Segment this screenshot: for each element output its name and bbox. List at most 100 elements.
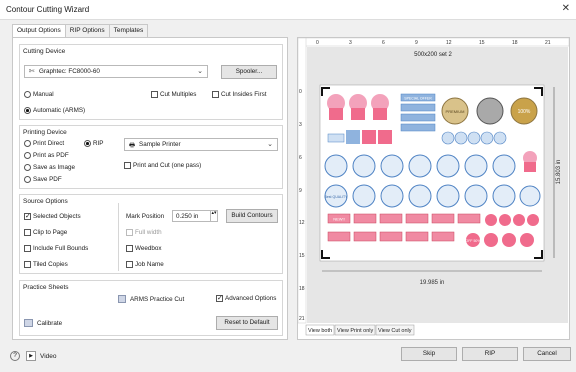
automatic-radio-indicator [24,107,31,114]
job-name-box [126,261,133,268]
manual-radio[interactable]: Manual [24,91,54,98]
output-options-panel: Cutting Device ✄ Graphtec: FC8000-60 ⌄ S… [12,37,288,340]
ruler-tick-label: 15 [479,40,485,46]
arms-practice-cut-button[interactable]: ARMS Practice Cut [118,295,184,303]
automatic-radio[interactable]: Automatic (ARMS) [24,107,85,114]
calibrate-label: Calibrate [36,319,63,327]
practice-sheets-legend: Practice Sheets [23,284,69,291]
rip-radio[interactable]: RIP [84,140,104,147]
weedbox-box [126,245,133,252]
cutter-icon: ✄ [29,68,35,75]
selected-objects-box: ✓ [24,213,31,220]
cancel-button[interactable]: Cancel [523,347,571,361]
ruler-tick-label: 18 [299,286,305,292]
help-icon[interactable]: ? [10,351,20,361]
ruler-tick-label: 12 [299,220,305,226]
print-cut-checkbox[interactable]: Print and Cut (one pass) [124,162,201,169]
manual-radio-indicator [24,91,31,98]
source-options-legend: Source Options [23,198,68,205]
cut-insides-first-box [212,91,219,98]
ruler-tick-label: 0 [316,40,319,46]
chevron-down-icon: ⌄ [267,141,273,148]
printer-icon: 🖶 [129,142,135,149]
tiled-copies-label: Tiled Copies [33,261,68,268]
clip-to-page-label: Clip to Page [33,229,68,236]
cut-insides-first-checkbox[interactable]: Cut Insides First [212,91,267,98]
rip-radio-indicator [84,140,91,147]
title-bar: Contour Cutting Wizard ✕ [0,0,576,20]
cut-multiples-box [151,91,158,98]
tab-strip: Output Options RIP Options Templates [12,24,149,38]
ruler-tick-label: 21 [545,40,551,46]
rip-button[interactable]: RIP [462,347,518,361]
save-pdf-label: Save PDF [33,176,62,183]
mark-position-label: Mark Position [126,213,165,220]
full-width-label: Full width [135,229,162,236]
save-image-indicator [24,164,31,171]
seal-text: Best QUALITY [325,195,349,199]
printer-value: Sample Printer [139,141,181,148]
skip-button[interactable]: Skip [401,347,457,361]
ruler-tick-label: 0 [299,89,302,95]
save-image-radio[interactable]: Save as Image [24,164,75,171]
cut-multiples-checkbox[interactable]: Cut Multiples [151,91,196,98]
full-width-checkbox: Full width [126,229,162,236]
print-cut-box [124,162,131,169]
clip-to-page-checkbox[interactable]: Clip to Page [24,229,67,236]
tab-view-both-label: View both [308,328,332,334]
discount-text: OFF 50% [466,239,481,243]
selected-objects-label: Selected Objects [33,213,81,220]
tab-view-print-only-label: View Print only [337,328,374,334]
ruler-tick-label: 18 [512,40,518,46]
weedbox-checkbox[interactable]: Weedbox [126,245,162,252]
printing-device-legend: Printing Device [23,129,67,136]
mark-position-input[interactable]: 0.250 in ▴▾ [172,210,218,222]
tiled-copies-checkbox[interactable]: Tiled Copies [24,261,68,268]
left-ruler [297,37,307,324]
cut-multiples-label: Cut Multiples [160,91,197,98]
print-cut-label: Print and Cut (one pass) [133,162,202,169]
weedbox-label: Weedbox [135,245,162,252]
tab-view-cut-only-label: View Cut only [378,328,412,334]
video-label[interactable]: Video [40,353,57,360]
mark-position-value: 0.250 in [176,213,199,220]
spooler-button[interactable]: Spooler... [221,65,277,79]
tab-output-options[interactable]: Output Options [12,24,66,38]
play-icon[interactable]: ▶ [26,351,36,361]
cut-insides-first-label: Cut Insides First [221,91,267,98]
job-name-checkbox[interactable]: Job Name [126,261,164,268]
ruler-tick-label: 21 [299,316,305,322]
badge-text: 100% [518,109,531,115]
advanced-options-box: ✓ [216,295,223,302]
build-contours-button[interactable]: Build Contours [226,209,278,223]
print-pdf-indicator [24,152,31,159]
calibrate-button[interactable]: Calibrate [24,319,62,327]
clip-to-page-box [24,229,31,236]
chevron-down-icon: ⌄ [197,68,203,75]
print-pdf-radio[interactable]: Print as PDF [24,152,69,159]
print-direct-radio[interactable]: Print Direct [24,140,64,147]
spinner-icon[interactable]: ▴▾ [210,211,217,221]
save-pdf-radio[interactable]: Save PDF [24,176,62,183]
tab-rip-options[interactable]: RIP Options [64,24,110,37]
print-pdf-label: Print as PDF [33,152,69,159]
print-direct-label: Print Direct [33,140,65,147]
advanced-options-label: Advanced Options [225,295,277,302]
advanced-options-checkbox[interactable]: ✓ Advanced Options [216,295,276,302]
full-width-box [126,229,133,236]
close-icon[interactable]: ✕ [562,3,570,14]
tab-templates[interactable]: Templates [108,24,149,37]
include-full-bounds-checkbox[interactable]: Include Full Bounds [24,245,88,252]
selected-objects-checkbox[interactable]: ✓ Selected Objects [24,213,81,220]
top-ruler [297,37,570,47]
cutting-device-value: Graphtec: FC8000-60 [39,68,100,75]
cutting-device-select[interactable]: ✄ Graphtec: FC8000-60 ⌄ [24,65,208,78]
printer-select[interactable]: 🖶 Sample Printer ⌄ [124,138,278,151]
calibrate-icon [24,319,33,327]
cutting-device-group: Cutting Device ✄ Graphtec: FC8000-60 ⌄ S… [19,44,283,120]
ruler-tick-label: 3 [349,40,352,46]
ruler-tick-label: 15 [299,253,305,259]
include-full-bounds-label: Include Full Bounds [33,245,89,252]
reset-to-default-button[interactable]: Reset to Default [216,316,278,330]
ruler-tick-label: 6 [382,40,385,46]
